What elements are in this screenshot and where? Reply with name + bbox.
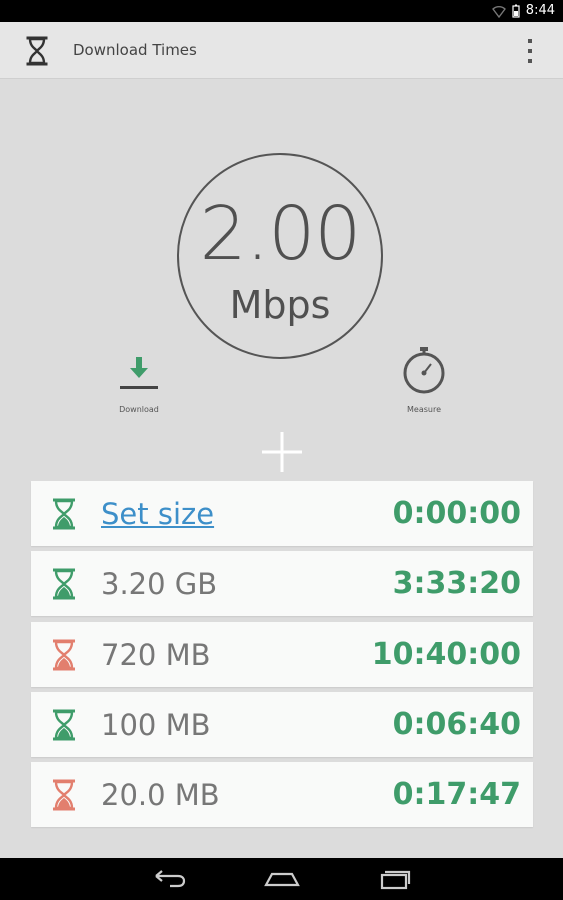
wifi-icon — [491, 5, 506, 18]
menu-dot — [528, 49, 532, 53]
hourglass-icon[interactable] — [24, 36, 50, 66]
speed-value: 2.00 — [199, 191, 362, 277]
measure-button[interactable]: Measure — [389, 346, 459, 414]
status-time: 8:44 — [525, 3, 555, 18]
download-time: 0:06:40 — [392, 707, 521, 742]
speed-display[interactable]: 2.00 Mbps — [177, 153, 383, 359]
navigation-bar — [0, 858, 563, 900]
file-size: 100 MB — [101, 708, 211, 742]
menu-dot — [528, 59, 532, 63]
hourglass-icon — [53, 779, 75, 811]
speed-unit: Mbps — [229, 283, 331, 327]
menu-dot — [528, 39, 532, 43]
download-button[interactable]: Download — [104, 355, 174, 415]
hourglass-icon — [53, 709, 75, 741]
list-item[interactable]: 3.20 GB 3:33:20 — [31, 551, 533, 616]
download-time: 0:00:00 — [392, 496, 521, 531]
file-size: 720 MB — [101, 638, 211, 672]
action-bar: Download Times — [0, 22, 563, 79]
app-title: Download Times — [73, 41, 197, 59]
download-time: 10:40:00 — [371, 637, 521, 672]
home-icon[interactable] — [262, 867, 302, 891]
list-item[interactable]: 20.0 MB 0:17:47 — [31, 762, 533, 827]
list-item[interactable]: 100 MB 0:06:40 — [31, 692, 533, 757]
stopwatch-icon — [403, 347, 445, 394]
file-size: 3.20 GB — [101, 567, 218, 601]
download-icon — [120, 357, 158, 389]
hourglass-icon — [53, 498, 75, 530]
back-icon[interactable] — [150, 867, 190, 891]
download-time: 0:17:47 — [392, 777, 521, 812]
list-item[interactable]: Set size 0:00:00 — [31, 481, 533, 546]
status-bar: 8:44 — [0, 0, 563, 22]
file-size: 20.0 MB — [101, 778, 220, 812]
battery-icon — [512, 4, 520, 18]
plus-icon[interactable] — [260, 430, 304, 474]
download-time: 3:33:20 — [392, 566, 521, 601]
download-label: Download — [119, 405, 159, 414]
list-item[interactable]: 720 MB 10:40:00 — [31, 622, 533, 687]
hourglass-icon — [53, 568, 75, 600]
hourglass-icon — [53, 639, 75, 671]
recents-icon[interactable] — [374, 867, 414, 891]
set-size-link[interactable]: Set size — [101, 497, 214, 531]
status-icons: 8:44 — [491, 3, 555, 18]
measure-label: Measure — [407, 405, 441, 414]
overflow-menu-icon[interactable] — [521, 36, 539, 66]
